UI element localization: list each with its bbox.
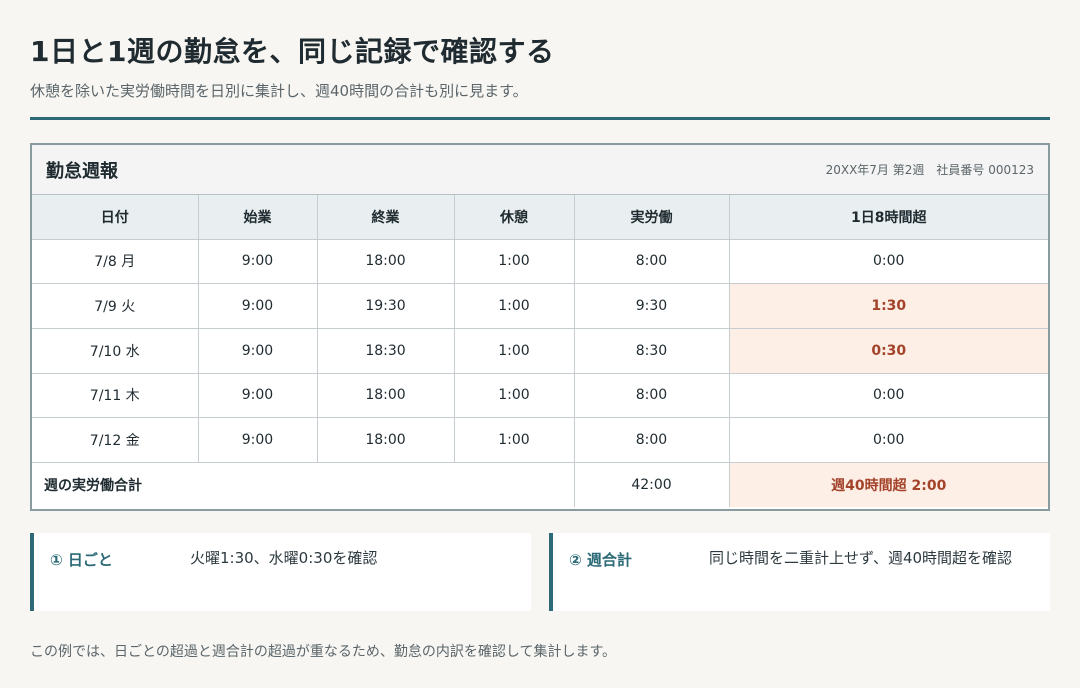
cell-worked: 8:00	[573, 372, 730, 419]
cell-break: 1:00	[453, 238, 575, 285]
page-subtitle: 休憩を除いた実労働時間を日別に集計し、週40時間の合計も別に見ます。	[30, 82, 528, 100]
cell-start: 9:00	[197, 238, 318, 285]
report-title: 勤怠週報	[46, 160, 118, 182]
cell-start: 9:00	[197, 327, 318, 374]
weekly-check-label: ② 週合計	[569, 551, 632, 569]
cell-daily-overtime-highlight: 0:30	[728, 327, 1048, 374]
daily-check-text: 火曜1:30、水曜0:30を確認	[190, 549, 378, 567]
cell-date: 7/10 水	[32, 327, 199, 374]
cell-start: 9:00	[197, 372, 318, 419]
title-divider	[30, 117, 1050, 120]
table-row: 7/8 月 9:00 18:00 1:00 8:00 0:00	[32, 238, 1048, 285]
cell-start: 9:00	[197, 283, 318, 329]
table-header-row: 日付 始業 終業 休憩 実労働 1日8時間超	[32, 195, 1048, 240]
page-title: 1日と1週の勤怠を、同じ記録で確認する	[30, 35, 555, 68]
cell-end: 18:00	[316, 417, 455, 463]
footer-note: この例では、日ごとの超過と週合計の超過が重なるため、勤怠の内訳を確認して集計しま…	[30, 644, 617, 660]
column-header-break: 休憩	[453, 195, 575, 240]
cell-date: 7/8 月	[32, 238, 199, 285]
cell-date: 7/9 火	[32, 283, 199, 329]
cell-daily-overtime-highlight: 1:30	[728, 283, 1048, 329]
cell-break: 1:00	[453, 417, 575, 463]
cell-end: 19:30	[316, 283, 455, 329]
cell-date: 7/11 木	[32, 372, 199, 419]
cell-daily-overtime: 0:00	[728, 238, 1048, 285]
cell-date: 7/12 金	[32, 417, 199, 463]
cell-worked: 9:30	[573, 283, 730, 329]
total-row: 週の実労働合計 42:00 週40時間超 2:00	[32, 461, 1048, 508]
cell-end: 18:00	[316, 238, 455, 285]
column-header-start: 始業	[197, 195, 318, 240]
daily-check-label: ① 日ごと	[50, 551, 113, 569]
total-worked: 42:00	[573, 461, 730, 508]
attendance-report: 勤怠週報 20XX年7月 第2週 社員番号 000123 日付 始業 終業 休憩…	[30, 143, 1050, 511]
cell-break: 1:00	[453, 283, 575, 329]
report-meta: 20XX年7月 第2週 社員番号 000123	[825, 163, 1034, 177]
column-header-daily-overtime: 1日8時間超	[728, 195, 1048, 240]
cell-worked: 8:00	[573, 238, 730, 285]
attendance-table: 日付 始業 終業 休憩 実労働 1日8時間超 7/8 月 9:00 18:00 …	[32, 195, 1048, 508]
total-weekly-overtime: 週40時間超 2:00	[728, 461, 1048, 508]
table-row: 7/12 金 9:00 18:00 1:00 8:00 0:00	[32, 417, 1048, 463]
table-row: 7/11 木 9:00 18:00 1:00 8:00 0:00	[32, 372, 1048, 419]
cell-break: 1:00	[453, 327, 575, 374]
table-row: 7/10 水 9:00 18:30 1:00 8:30 0:30	[32, 327, 1048, 374]
cell-worked: 8:00	[573, 417, 730, 463]
total-label: 週の実労働合計	[32, 461, 575, 508]
cell-worked: 8:30	[573, 327, 730, 374]
cell-start: 9:00	[197, 417, 318, 463]
cell-daily-overtime: 0:00	[728, 417, 1048, 463]
cell-end: 18:30	[316, 327, 455, 374]
daily-check-card: ① 日ごと 火曜1:30、水曜0:30を確認	[30, 533, 531, 611]
table-row: 7/9 火 9:00 19:30 1:00 9:30 1:30	[32, 283, 1048, 329]
cell-break: 1:00	[453, 372, 575, 419]
weekly-check-text: 同じ時間を二重計上せず、週40時間超を確認	[709, 549, 1013, 567]
column-header-worked: 実労働	[573, 195, 730, 240]
column-header-end: 終業	[316, 195, 455, 240]
cell-end: 18:00	[316, 372, 455, 419]
cell-daily-overtime: 0:00	[728, 372, 1048, 419]
column-header-date: 日付	[32, 195, 199, 240]
report-header: 勤怠週報 20XX年7月 第2週 社員番号 000123	[32, 145, 1048, 195]
weekly-check-card: ② 週合計 同じ時間を二重計上せず、週40時間超を確認	[549, 533, 1050, 611]
